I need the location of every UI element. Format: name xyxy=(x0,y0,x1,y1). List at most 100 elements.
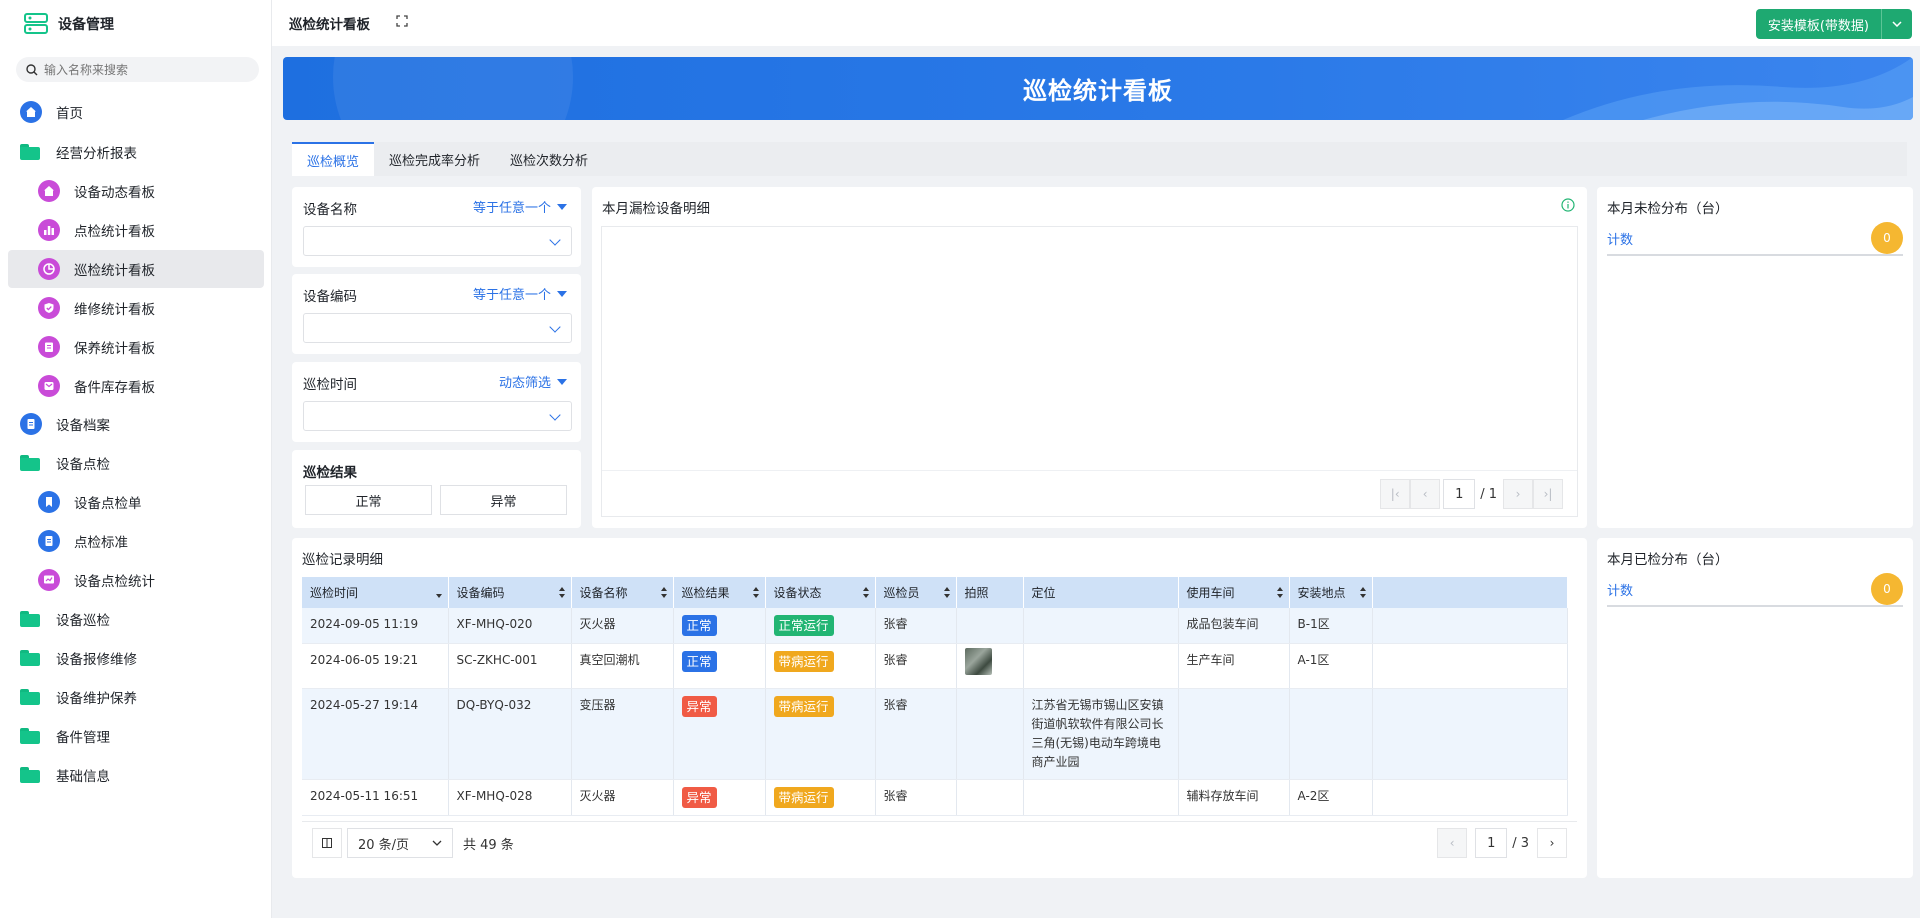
sidebar-search[interactable] xyxy=(16,57,259,82)
column-header[interactable]: 设备名称 xyxy=(571,577,674,608)
sort-icon[interactable] xyxy=(558,587,565,599)
sidebar-item-spot-check-standard[interactable]: 点检标准 xyxy=(8,522,264,560)
column-header[interactable]: 安装地点 xyxy=(1289,577,1373,608)
sidebar-item-parts-dashboard[interactable]: 备件库存看板 xyxy=(8,367,264,405)
caret-down-icon xyxy=(557,378,567,385)
info-icon[interactable] xyxy=(1561,198,1575,216)
tab-completion-rate[interactable]: 巡检完成率分析 xyxy=(374,142,495,176)
tab-count-analysis[interactable]: 巡检次数分析 xyxy=(495,142,603,176)
brand[interactable]: 设备管理 xyxy=(24,10,114,38)
clipboard-icon xyxy=(38,336,60,358)
cell-photo xyxy=(956,643,1024,689)
column-header[interactable]: 使用车间 xyxy=(1178,577,1290,608)
sort-icon[interactable] xyxy=(1276,587,1283,599)
cell-code: XF-MHQ-028 xyxy=(448,779,572,816)
table-header: 巡检时间 设备编码 设备名称 巡检结果 设备状态 巡检员 拍照 定位 使用车间 … xyxy=(302,577,1568,608)
fullscreen-icon[interactable] xyxy=(396,15,408,31)
folder-icon xyxy=(20,689,42,705)
sidebar-item-device-archive[interactable]: 设备档案 xyxy=(20,405,110,443)
table-row[interactable]: 2024-05-27 19:14 DQ-BYQ-032 变压器 异常 带病运行 … xyxy=(302,688,1568,780)
sort-icon[interactable] xyxy=(752,587,759,599)
column-header[interactable]: 设备状态 xyxy=(765,577,876,608)
filter-operator-label: 等于任意一个 xyxy=(472,288,551,303)
sidebar-item-device-dashboard[interactable]: 设备动态看板 xyxy=(8,172,264,210)
sidebar-item-business-reports[interactable]: 经营分析报表 xyxy=(20,133,137,171)
records-pagination: ‹ 1 / 3 › xyxy=(1437,828,1567,858)
document-icon xyxy=(20,413,42,435)
card-title: 本月已检分布（台） xyxy=(1607,552,1729,568)
cell-workshop: 生产车间 xyxy=(1178,643,1290,689)
table-row[interactable]: 2024-05-11 16:51 XF-MHQ-028 灭火器 异常 带病运行 … xyxy=(302,779,1568,816)
sidebar-item-home[interactable]: 首页 xyxy=(20,93,83,131)
cell-name: 变压器 xyxy=(571,688,674,780)
column-header[interactable]: 设备编码 xyxy=(448,577,572,608)
page-size-select[interactable]: 20 条/页 xyxy=(347,828,453,858)
sidebar-item-patrol[interactable]: 设备巡检 xyxy=(20,600,110,638)
last-page-button[interactable]: ›| xyxy=(1533,479,1563,509)
sort-icon[interactable] xyxy=(660,587,667,599)
sidebar-item-label: 设备报修维修 xyxy=(56,652,137,668)
filter-operator-dropdown[interactable]: 动态筛选 xyxy=(499,372,567,391)
sort-icon[interactable] xyxy=(1359,587,1366,599)
chevron-down-icon[interactable] xyxy=(1882,9,1912,39)
result-normal-button[interactable]: 正常 xyxy=(305,485,432,515)
count-value: 0 xyxy=(1871,573,1903,605)
sidebar-item-spot-check-stats[interactable]: 设备点检统计 xyxy=(8,561,264,599)
sort-icon[interactable] xyxy=(943,587,950,599)
sidebar-item-maintenance[interactable]: 设备维护保养 xyxy=(20,678,137,716)
filter-operator-dropdown[interactable]: 等于任意一个 xyxy=(473,197,567,216)
divider xyxy=(602,470,1577,471)
tab-overview[interactable]: 巡检概览 xyxy=(292,142,375,176)
missed-devices-table: |‹ ‹ 1 / 1 › ›| xyxy=(601,226,1578,517)
device-code-select[interactable] xyxy=(303,313,572,343)
next-page-button[interactable]: › xyxy=(1537,828,1567,858)
column-settings-icon[interactable] xyxy=(312,828,342,858)
filter-operator-dropdown[interactable]: 等于任意一个 xyxy=(473,284,567,303)
sidebar-item-basic-info[interactable]: 基础信息 xyxy=(20,756,110,794)
sidebar-item-spot-check[interactable]: 设备点检 xyxy=(20,444,110,482)
folder-icon xyxy=(20,144,42,160)
sort-desc-icon[interactable] xyxy=(435,587,442,599)
first-page-button[interactable]: |‹ xyxy=(1380,479,1411,509)
sidebar-item-label: 基础信息 xyxy=(56,769,110,785)
sort-icon[interactable] xyxy=(862,587,869,599)
table-row[interactable]: 2024-09-05 11:19 XF-MHQ-020 灭火器 正常 正常运行 … xyxy=(302,608,1568,644)
result-badge: 异常 xyxy=(681,696,717,717)
filter-operator-label: 动态筛选 xyxy=(498,376,551,391)
result-badge: 正常 xyxy=(681,615,717,636)
column-header[interactable]: 巡检员 xyxy=(875,577,957,608)
sidebar-item-patrol-dashboard[interactable]: 巡检统计看板 xyxy=(8,250,264,288)
sidebar-item-parts[interactable]: 备件管理 xyxy=(20,717,110,755)
next-page-button[interactable]: › xyxy=(1503,479,1533,509)
prev-page-button[interactable]: ‹ xyxy=(1437,828,1468,858)
search-input[interactable] xyxy=(44,62,244,77)
install-template-button[interactable]: 安装模板(带数据) xyxy=(1755,9,1912,39)
sidebar-item-maintenance-dashboard[interactable]: 保养统计看板 xyxy=(8,328,264,366)
home-icon xyxy=(20,101,42,123)
result-abnormal-button[interactable]: 异常 xyxy=(440,485,567,515)
sidebar-item-label: 设备巡检 xyxy=(56,613,110,629)
sidebar-item-repair-dashboard[interactable]: 维修统计看板 xyxy=(8,289,264,327)
column-header[interactable]: 巡检结果 xyxy=(673,577,766,608)
prev-page-button[interactable]: ‹ xyxy=(1410,479,1441,509)
cell-place: A-1区 xyxy=(1289,643,1373,689)
column-header[interactable]: 巡检时间 xyxy=(302,577,449,608)
search-icon xyxy=(26,63,38,75)
inspect-time-select[interactable] xyxy=(303,401,572,431)
page-number-input[interactable]: 1 xyxy=(1443,479,1476,509)
table-row[interactable]: 2024-06-05 19:21 SC-ZKHC-001 真空回潮机 正常 带病… xyxy=(302,643,1568,689)
count-value: 0 xyxy=(1871,222,1903,254)
sidebar-item-repair[interactable]: 设备报修维修 xyxy=(20,639,137,677)
filter-operator-label: 等于任意一个 xyxy=(472,201,551,216)
brand-title: 设备管理 xyxy=(58,17,114,33)
chevron-down-icon xyxy=(549,409,561,421)
device-name-select[interactable] xyxy=(303,226,572,256)
sidebar-item-spot-check-dashboard[interactable]: 点检统计看板 xyxy=(8,211,264,249)
sidebar-item-label: 设备点检统计 xyxy=(74,574,155,590)
install-template-label[interactable]: 安装模板(带数据) xyxy=(1756,9,1882,39)
page-number-input[interactable]: 1 xyxy=(1475,828,1508,858)
page-size-label: 20 条/页 xyxy=(358,837,410,853)
cell-name: 灭火器 xyxy=(571,779,674,816)
sidebar-item-spot-check-order[interactable]: 设备点检单 xyxy=(8,483,264,521)
photo-thumbnail[interactable] xyxy=(964,648,992,675)
